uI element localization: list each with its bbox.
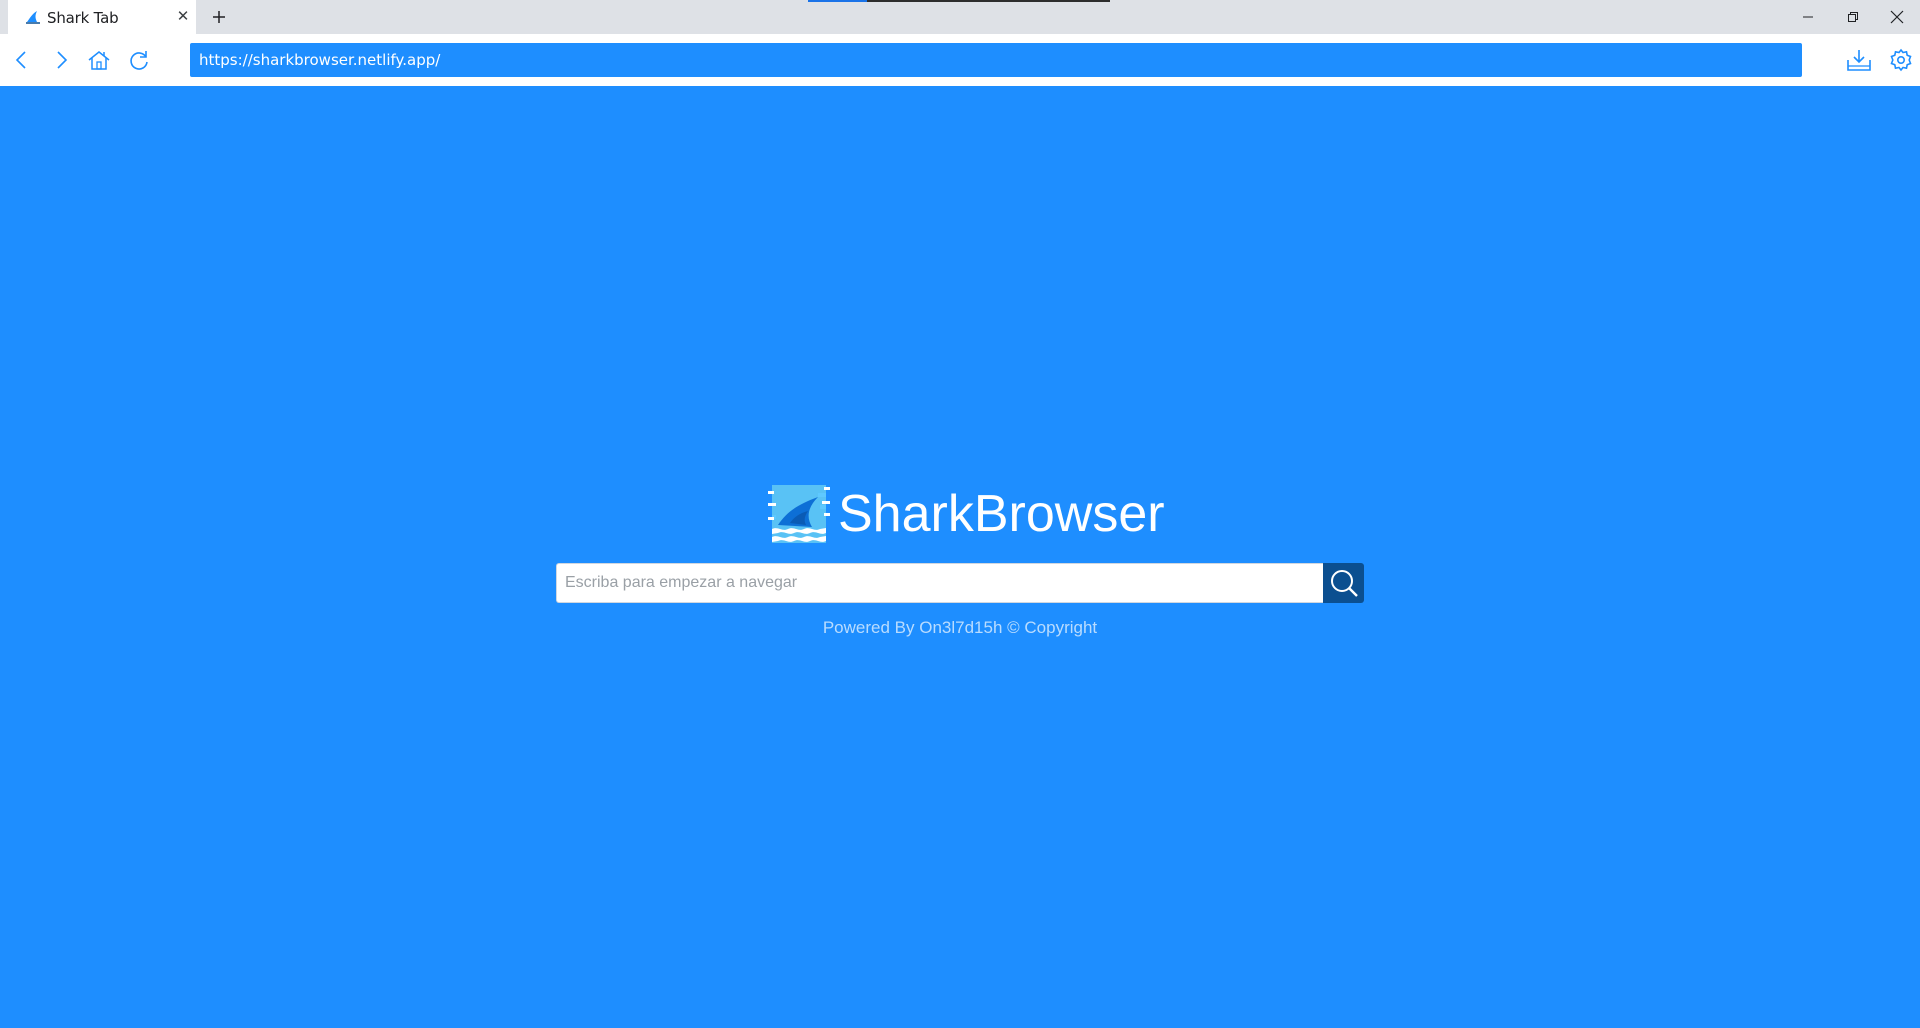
back-button[interactable]: [9, 47, 35, 73]
loading-track: [867, 0, 1110, 2]
tab-title: Shark Tab: [47, 9, 119, 27]
search-button[interactable]: [1323, 563, 1364, 603]
reload-icon: [130, 51, 148, 70]
new-tab-button[interactable]: [207, 5, 231, 29]
brand-header: SharkBrowser: [768, 482, 1165, 546]
download-button[interactable]: [1846, 47, 1872, 73]
minimize-button[interactable]: [1785, 0, 1831, 34]
download-icon: [1847, 50, 1871, 71]
settings-button[interactable]: [1888, 47, 1914, 73]
tab-shark[interactable]: Shark Tab ✕: [8, 0, 196, 34]
footer-copyright: Powered By On3l7d15h © Copyright: [822, 618, 1098, 637]
shark-fin-icon: [26, 11, 40, 24]
plus-icon: [213, 11, 225, 23]
home-button[interactable]: [86, 47, 112, 73]
tab-close-icon[interactable]: ✕: [174, 7, 192, 25]
toolbar: [0, 34, 1920, 86]
back-icon: [15, 51, 26, 69]
minimize-icon: [1803, 16, 1813, 18]
loading-indicator: [808, 0, 867, 2]
reload-button[interactable]: [126, 47, 152, 73]
gear-icon: [1890, 48, 1912, 72]
search-icon: [1330, 570, 1358, 597]
search-box: [556, 563, 1364, 603]
tab-strip: Shark Tab ✕: [0, 0, 1920, 34]
shark-logo-icon: [768, 485, 830, 543]
restore-button[interactable]: [1830, 0, 1876, 34]
search-input[interactable]: [556, 563, 1324, 603]
restore-icon: [1848, 12, 1858, 22]
forward-icon: [57, 51, 68, 69]
home-icon: [88, 51, 110, 70]
forward-button[interactable]: [48, 47, 74, 73]
page-content: SharkBrowser Powered By On3l7d15h © Copy…: [0, 86, 1920, 1028]
brand-name: SharkBrowser: [838, 485, 1165, 543]
close-icon: [1890, 10, 1904, 24]
address-bar[interactable]: [190, 43, 1802, 77]
close-window-button[interactable]: [1874, 0, 1920, 34]
